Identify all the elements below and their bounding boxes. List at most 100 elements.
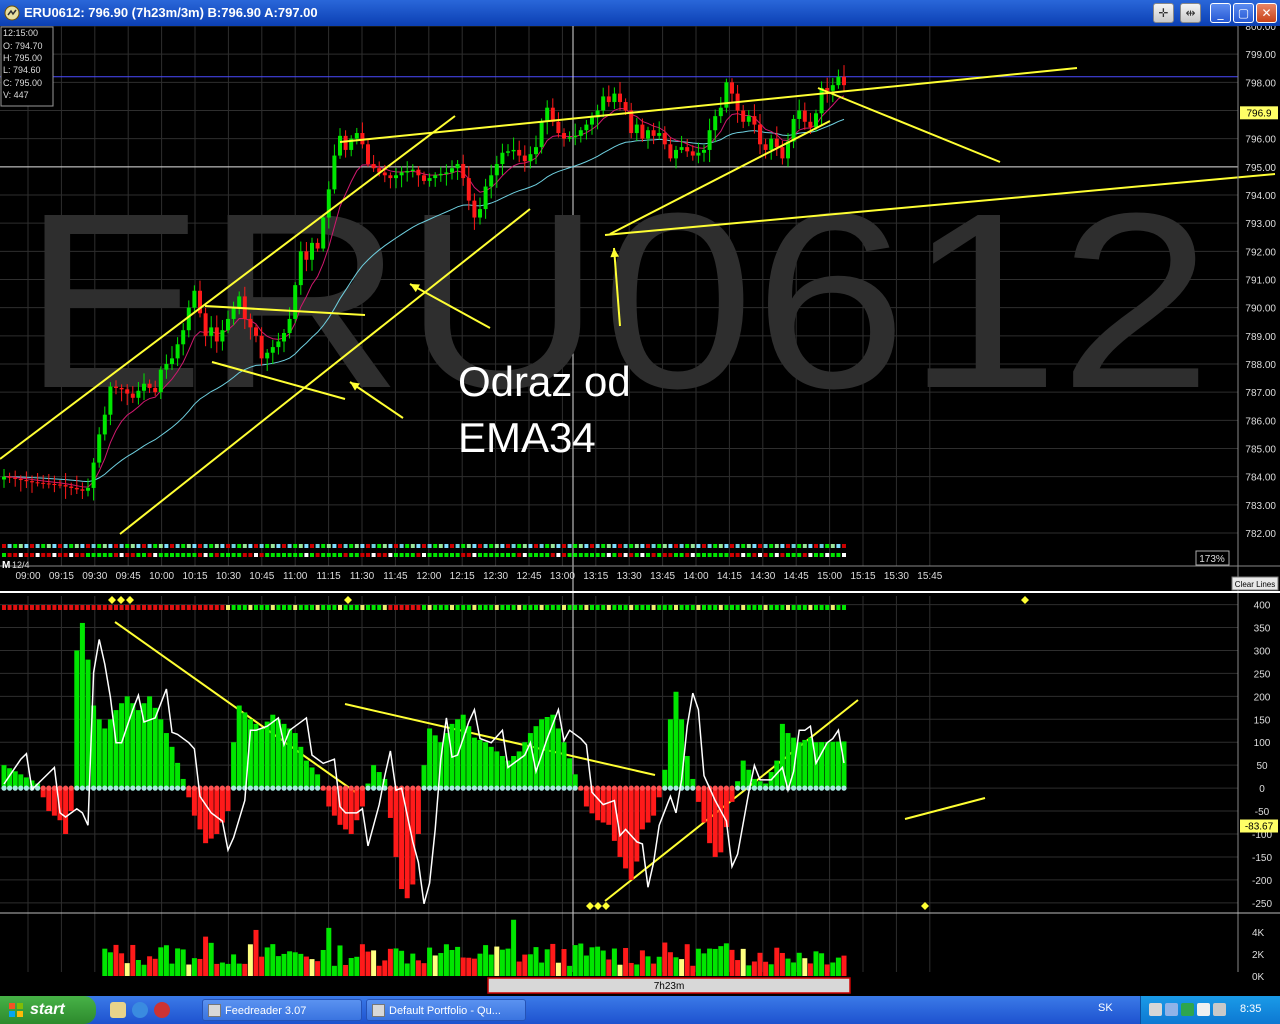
volume-bar [572, 945, 578, 976]
zero-line-dot [807, 785, 814, 791]
volume-bar [124, 963, 130, 976]
zero-line-dot [701, 785, 707, 791]
signal-dot [80, 544, 85, 548]
close-button[interactable]: ✕ [1256, 3, 1277, 23]
current-price-label: 796.9 [1246, 108, 1271, 119]
chart-area[interactable]: ERU0612 800.00799.00798.00797.00796.0079… [0, 26, 1280, 996]
price-tick-label: 785.00 [1245, 445, 1276, 456]
maximize-button[interactable]: ▢ [1233, 3, 1254, 23]
crosshair-button[interactable]: ✛ [1153, 3, 1174, 23]
time-tick-label: 12:15 [450, 571, 475, 582]
osc-signal-dot [304, 605, 309, 610]
clock: 8:35 [1240, 1003, 1262, 1015]
candle-body [606, 96, 611, 103]
signal-dot [214, 553, 219, 557]
skype-icon[interactable] [1197, 1003, 1210, 1016]
task-portfolio[interactable]: Default Portfolio - Qu... [366, 999, 526, 1021]
osc-histogram-bar [399, 788, 405, 890]
signal-dot [438, 544, 443, 548]
signal-dot [489, 553, 494, 557]
osc-signal-dot [774, 605, 779, 610]
osc-histogram-bar [427, 728, 433, 789]
volume-bar [595, 946, 601, 976]
signal-dot [718, 544, 723, 548]
candle-body [657, 133, 662, 136]
osc-signal-dot [780, 605, 785, 610]
candle-body [450, 168, 454, 173]
signal-dot [774, 553, 779, 557]
signal-dot [433, 553, 438, 557]
volume-bar [740, 948, 746, 976]
osc-histogram-bar [533, 726, 539, 789]
network-icon[interactable] [1149, 1003, 1162, 1016]
signal-dot [130, 544, 135, 548]
volume-bar [449, 949, 455, 976]
signal-dot [433, 544, 438, 548]
signal-dot [511, 544, 516, 548]
signal-dot [422, 544, 426, 548]
signal-dot [590, 544, 594, 548]
volume-bar [483, 945, 489, 976]
browser-icon[interactable] [132, 1002, 148, 1018]
osc-signal-dot [136, 605, 141, 610]
duration-scroller[interactable]: 7h23m [487, 977, 851, 994]
zero-line-dot [102, 785, 108, 791]
candle-body [30, 481, 34, 483]
osc-signal-dot [472, 605, 477, 610]
clear-lines-button[interactable]: Clear Lines [1231, 576, 1279, 591]
monitor-icon[interactable] [1165, 1003, 1178, 1016]
osc-tick-label: 200 [1254, 692, 1271, 703]
volume-bar [527, 954, 533, 976]
osc-signal-dot [522, 605, 527, 610]
signal-dot [198, 553, 202, 557]
price-tick-label: 786.00 [1245, 416, 1276, 427]
candle-body [842, 76, 846, 86]
zero-line-dot [841, 785, 847, 791]
signal-dot [388, 544, 393, 548]
signal-dot [522, 553, 527, 557]
volume-bar [516, 961, 522, 976]
osc-signal-dot [80, 605, 85, 610]
osc-histogram-bar [718, 788, 724, 853]
signal-dot [209, 544, 214, 548]
zero-line-dot [91, 785, 97, 791]
signal-dot [181, 544, 186, 548]
volume-bar [555, 962, 561, 976]
show-desktop-icon[interactable] [110, 1002, 126, 1018]
signal-dot [119, 544, 124, 548]
signal-dot [46, 553, 51, 557]
window-titlebar[interactable]: ERU0612: 796.90 (7h23m/3m) B:796.90 A:79… [0, 0, 1280, 26]
volume-bar [393, 948, 399, 976]
osc-signal-dot [506, 605, 510, 610]
volume-bar [477, 953, 483, 976]
osc-histogram-bar [499, 756, 505, 789]
osc-histogram-bar [807, 737, 813, 789]
zoom-indicator[interactable]: 173% [1195, 550, 1230, 566]
link-button[interactable]: ⇹ [1180, 3, 1201, 23]
osc-histogram-bar [113, 710, 119, 789]
signal-dot [276, 544, 281, 548]
osc-histogram-bar [371, 765, 377, 789]
osc-signal-dot [618, 605, 622, 610]
volume-bar [639, 950, 645, 976]
signal-dot [153, 544, 158, 548]
task-feedreader[interactable]: Feedreader 3.07 [202, 999, 362, 1021]
signal-dot [410, 553, 415, 557]
antivirus-icon[interactable] [1181, 1003, 1194, 1016]
osc-histogram-bar [309, 767, 315, 789]
start-button[interactable]: start [0, 996, 96, 1024]
signal-dot [578, 544, 583, 548]
volume-bar [499, 949, 505, 976]
opera-icon[interactable] [154, 1002, 170, 1018]
signal-dot [80, 553, 85, 557]
zero-line-dot [483, 785, 489, 791]
language-indicator[interactable]: SK [1098, 1002, 1113, 1014]
volume-icon[interactable] [1213, 1003, 1226, 1016]
zero-line-dot [824, 785, 830, 791]
signal-dot [360, 553, 365, 557]
signal-dot [332, 553, 337, 557]
minimize-button[interactable]: _ [1210, 3, 1231, 23]
candle-body [181, 330, 186, 345]
signal-diamond [117, 596, 125, 604]
signal-dot [735, 553, 740, 557]
